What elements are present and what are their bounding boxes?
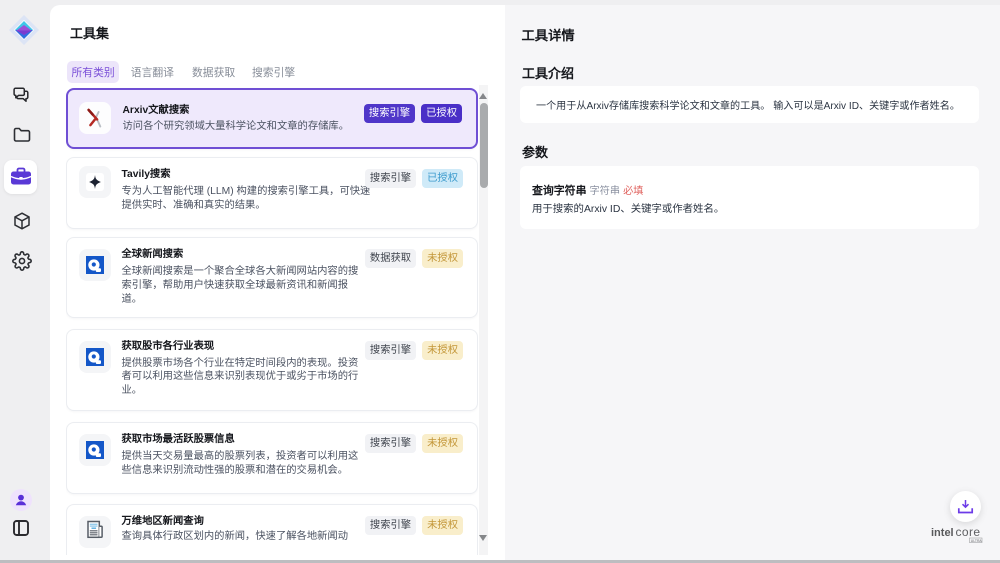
svg-text:ULTRA: ULTRA: [971, 539, 983, 543]
svg-text:intel: intel: [931, 527, 954, 539]
svg-text:core: core: [956, 525, 981, 539]
